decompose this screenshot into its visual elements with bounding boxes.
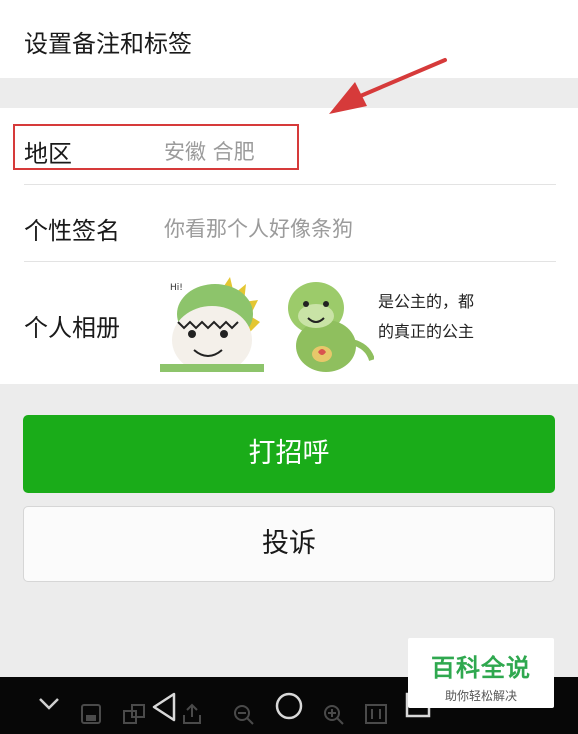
- album-label: 个人相册: [24, 314, 120, 342]
- watermark-title: 百科全说: [431, 654, 531, 682]
- image-icon[interactable]: [364, 703, 388, 725]
- share-icon[interactable]: [180, 703, 204, 725]
- screen-capture-icon[interactable]: [122, 703, 148, 725]
- signature-value: 你看那个人好像条狗: [164, 217, 353, 241]
- signature-row: 个性签名 你看那个人好像条狗: [0, 185, 578, 261]
- back-icon[interactable]: [150, 691, 178, 723]
- say-hello-button[interactable]: 打招呼: [23, 415, 555, 493]
- set-remark-and-tags-row[interactable]: 设置备注和标签: [0, 0, 578, 78]
- report-button[interactable]: 投诉: [23, 506, 555, 582]
- region-highlight-box: [13, 124, 299, 170]
- home-icon[interactable]: [274, 691, 304, 721]
- zoom-in-icon[interactable]: [322, 703, 346, 727]
- album-photo-caption[interactable]: 是公主的，都 的真正的公主: [378, 288, 498, 348]
- album-photo-dinosaur-2[interactable]: [282, 272, 374, 372]
- caption-line-2: 的真正的公主: [378, 322, 475, 341]
- baike-watermark-logo: 百科全说 助你轻松解决: [408, 638, 554, 708]
- save-icon[interactable]: [80, 703, 102, 725]
- watermark-subtitle: 助你轻松解决: [444, 689, 517, 703]
- annotation-arrow-icon: [329, 58, 447, 114]
- signature-label: 个性签名: [24, 217, 120, 245]
- sticker-text: Hi!: [170, 283, 183, 293]
- chevron-down-icon[interactable]: [38, 697, 60, 711]
- album-photo-dinosaur-1[interactable]: Hi!: [160, 272, 264, 372]
- set-remark-label: 设置备注和标签: [24, 30, 192, 58]
- caption-line-1: 是公主的，都: [378, 292, 475, 311]
- zoom-out-icon[interactable]: [232, 703, 256, 727]
